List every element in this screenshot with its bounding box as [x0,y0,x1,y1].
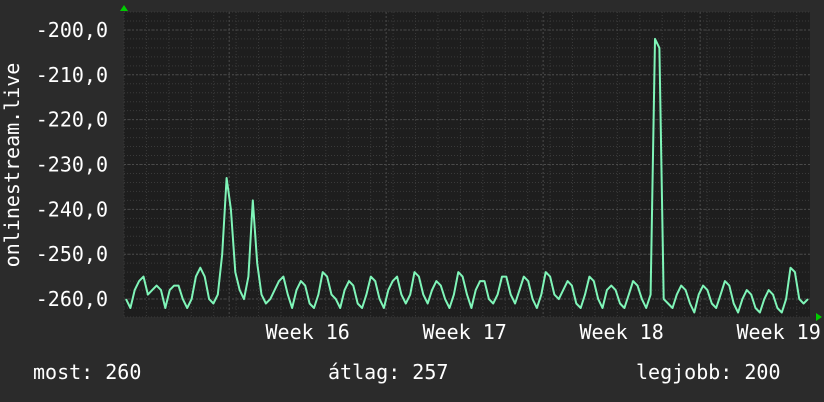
stats-row: most: 260 átlag: 257 legjobb: 200 [0,360,824,390]
stat-best: legjobb: 200 [636,360,781,384]
y-tick-label: -200,0 [36,18,108,42]
x-tick-label: Week 18 [579,320,663,344]
y-tick-label: -220,0 [36,108,108,132]
x-tick-label: Week 16 [266,320,350,344]
x-tick-label: Week 19 [736,320,820,344]
stat-now-value: 260 [105,360,142,384]
y-tick-label: -230,0 [36,153,108,177]
y-axis-label: onlinestream.live [0,63,24,268]
y-tick-labels: -200,0 -210,0 -220,0 -230,0 -240,0 -250,0 -260… [36,18,108,311]
y-tick-label: -250,0 [36,242,108,266]
y-tick-label: -260,0 [36,287,108,311]
y-tick-label: -210,0 [36,63,108,87]
chart-svg: -200,0 -210,0 -220,0 -230,0 -240,0 -250,0 -260… [0,5,822,344]
stat-now-label: most: [33,360,94,384]
x-tick-label: Week 17 [422,320,506,344]
stat-best-label: legjobb: [636,360,733,384]
chart-panel: -200,0 -210,0 -220,0 -230,0 -240,0 -250,0 -260… [0,0,824,402]
stat-best-value: 200 [744,360,781,384]
y-tick-label: -240,0 [36,197,108,221]
x-tick-labels: Week 16 Week 17 Week 18 Week 19 [266,320,821,344]
stat-now: most: 260 [33,360,141,384]
y-axis-arrow [120,5,128,11]
stat-average-label: átlag: [328,360,401,384]
stat-average-value: 257 [412,360,449,384]
stat-average: átlag: 257 [328,360,448,384]
